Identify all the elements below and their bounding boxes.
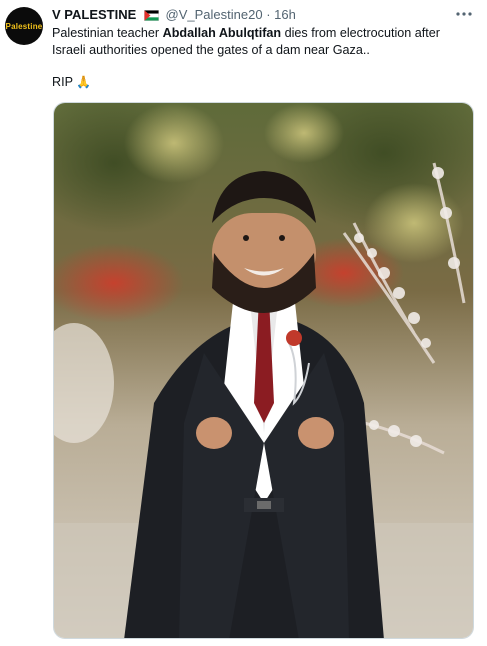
tweet-rip-text: RIP bbox=[52, 75, 73, 89]
tweet-header: V PALESTINE @V_Palestine20 · 16h bbox=[52, 7, 477, 25]
more-horizontal-icon[interactable] bbox=[455, 6, 473, 20]
author-name[interactable]: V PALESTINE bbox=[52, 7, 136, 22]
author-handle[interactable]: @V_Palestine20 bbox=[166, 7, 263, 22]
separator-dot: · bbox=[266, 7, 271, 22]
tweet-rip-line: RIP 🙏 bbox=[52, 75, 91, 89]
tweet-text: Palestinian teacher Abdallah Abulqtifan … bbox=[52, 25, 472, 59]
tweet-text-part1: Palestinian teacher bbox=[52, 26, 163, 40]
tweet-time[interactable]: 16h bbox=[274, 7, 296, 22]
tweet: Palestine V PALESTINE @V_Palestine20 · 1… bbox=[0, 0, 487, 646]
tweet-photo[interactable] bbox=[53, 102, 474, 639]
photo-man-in-suit bbox=[54, 103, 473, 638]
palestine-flag-icon bbox=[143, 9, 159, 24]
tweet-text-bold-name: Abdallah Abulqtifan bbox=[162, 26, 282, 40]
author-avatar[interactable]: Palestine bbox=[5, 7, 43, 45]
praying-hands-icon: 🙏 bbox=[76, 75, 92, 89]
avatar-label: Palestine bbox=[5, 21, 43, 31]
